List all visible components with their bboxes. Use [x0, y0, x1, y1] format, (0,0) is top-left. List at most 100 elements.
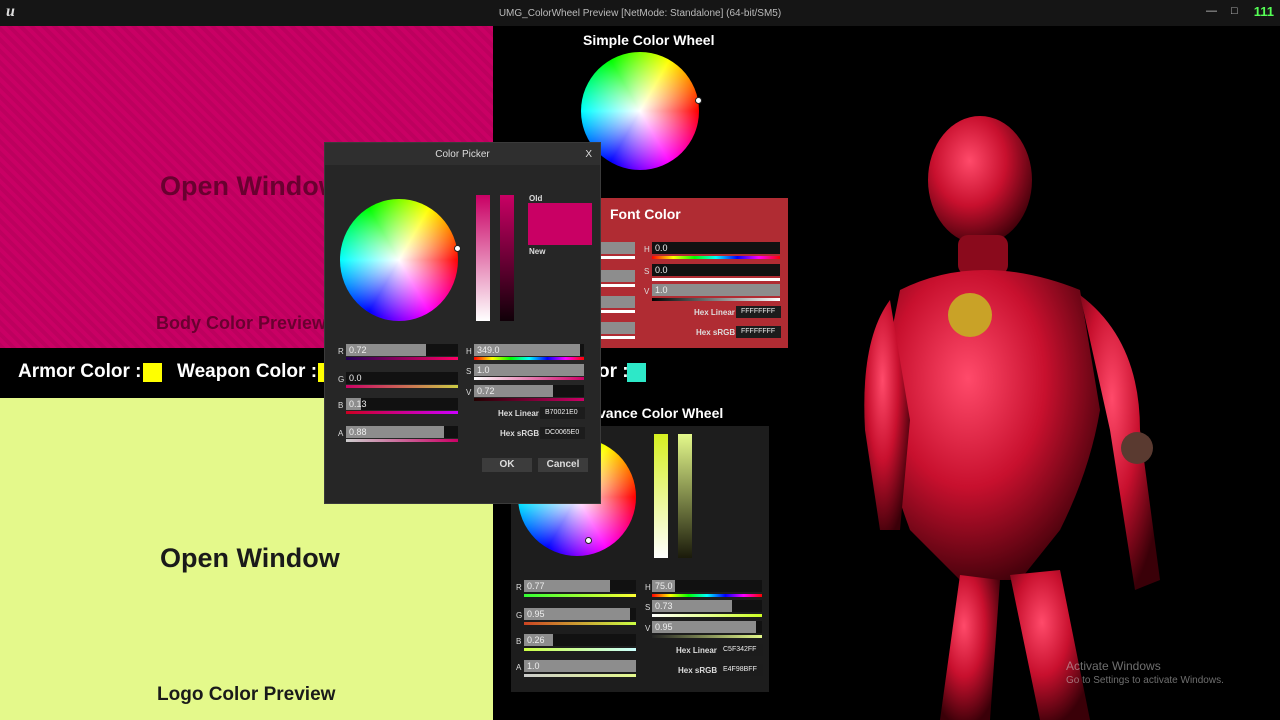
picker-b-slider[interactable]: 0.13 [346, 398, 458, 410]
adv-b-slider[interactable]: 0.26 [524, 634, 636, 646]
picker-v-value: 0.72 [477, 386, 495, 396]
advanced-saturation-bar[interactable] [654, 434, 668, 558]
font-s-value: 0.0 [655, 265, 668, 275]
picker-wheel-selector[interactable] [454, 245, 461, 252]
picker-v-track [474, 398, 584, 401]
picker-a-value: 0.88 [349, 427, 367, 437]
armor-color-swatch[interactable] [143, 363, 162, 382]
picker-s-label: S [466, 367, 472, 376]
adv-g-track [524, 622, 636, 625]
cancel-button[interactable]: Cancel [538, 458, 588, 472]
simple-wheel-selector[interactable] [695, 97, 702, 104]
font-h-label: H [644, 245, 650, 254]
title-bar: u UMG_ColorWheel Preview [NetMode: Stand… [0, 0, 1280, 26]
font-left-slider-3[interactable] [600, 296, 635, 308]
picker-s-track [474, 377, 584, 380]
other-color-swatch[interactable] [627, 363, 646, 382]
activate-windows-hint: Go to Settings to activate Windows. [1066, 675, 1224, 686]
picker-r-value: 0.72 [349, 345, 367, 355]
adv-s-track [652, 614, 762, 617]
picker-b-label: B [338, 401, 344, 410]
font-hex-linear-label: Hex Linear [694, 308, 735, 317]
ok-button[interactable]: OK [482, 458, 532, 472]
picker-a-slider[interactable]: 0.88 [346, 426, 458, 438]
open-window-button-body[interactable]: Open Window [160, 171, 340, 202]
advanced-value-bar[interactable] [678, 434, 692, 558]
adv-g-slider[interactable]: 0.95 [524, 608, 636, 620]
new-color-label: New [529, 247, 546, 256]
font-s-track [652, 278, 780, 281]
adv-v-slider[interactable]: 0.95 [652, 621, 762, 633]
font-left-slider-4[interactable] [600, 322, 635, 334]
font-left-slider-1-track [600, 256, 635, 259]
simple-wheel-title: Simple Color Wheel [583, 32, 715, 48]
other-color-label: or : [598, 361, 629, 382]
adv-g-value: 0.95 [527, 609, 545, 619]
picker-hex-linear-field[interactable]: B70021E0 [540, 407, 585, 419]
font-color-panel: Font Color H 0.0 S 0.0 V 1.0 Hex Linear … [596, 198, 788, 348]
adv-s-value: 0.73 [655, 601, 673, 611]
adv-hex-srgb-field[interactable]: E4F98BFF [718, 664, 763, 676]
picker-g-value: 0.0 [349, 373, 362, 383]
window-title: UMG_ColorWheel Preview [NetMode: Standal… [498, 8, 782, 19]
weapon-color-label: Weapon Color : [177, 361, 318, 382]
adv-s-slider[interactable]: 0.73 [652, 600, 762, 612]
old-new-color-swatch [528, 203, 592, 245]
picker-h-value: 349.0 [477, 345, 500, 355]
picker-hex-linear-label: Hex Linear [498, 409, 539, 418]
picker-h-label: H [466, 347, 472, 356]
picker-h-slider[interactable]: 349.0 [474, 344, 584, 356]
font-h-track [652, 256, 780, 259]
adv-r-slider[interactable]: 0.77 [524, 580, 636, 592]
adv-v-label: V [645, 624, 651, 633]
font-left-slider-2-track [600, 284, 635, 287]
font-v-label: V [644, 287, 650, 296]
adv-h-track [652, 594, 762, 597]
picker-value-bar[interactable] [500, 195, 514, 321]
picker-hex-srgb-label: Hex sRGB [500, 429, 540, 438]
adv-h-slider[interactable]: 75.0 [652, 580, 762, 592]
picker-saturation-bar[interactable] [476, 195, 490, 321]
font-v-value: 1.0 [655, 285, 668, 295]
old-color-label: Old [529, 194, 543, 203]
color-picker-header[interactable]: Color Picker X [325, 143, 600, 165]
adv-hex-srgb-label: Hex sRGB [678, 666, 718, 675]
minimize-icon[interactable]: — [1206, 5, 1217, 17]
picker-h-track [474, 357, 584, 360]
picker-g-label: G [338, 375, 345, 384]
picker-a-track [346, 439, 458, 442]
font-hex-linear-field[interactable]: FFFFFFFF [736, 306, 781, 318]
adv-b-value: 0.26 [527, 635, 545, 645]
armor-color-label: Armor Color : [18, 361, 142, 382]
adv-a-label: A [516, 663, 522, 672]
picker-color-wheel[interactable] [340, 199, 458, 321]
font-h-slider[interactable]: 0.0 [652, 242, 780, 254]
adv-hex-linear-field[interactable]: C5F342FF [718, 644, 763, 656]
font-hex-srgb-field[interactable]: FFFFFFFF [736, 326, 781, 338]
picker-v-label: V [466, 388, 472, 397]
adv-b-label: B [516, 637, 522, 646]
picker-hex-srgb-field[interactable]: DC0065E0 [540, 427, 585, 439]
color-picker-dialog: Color Picker X Old New R 0.72 G 0.0 B 0.… [324, 142, 601, 504]
adv-v-track [652, 635, 762, 638]
font-v-slider[interactable]: 1.0 [652, 284, 780, 296]
close-icon[interactable]: X [585, 149, 592, 160]
font-color-title: Font Color [610, 206, 681, 222]
adv-a-slider[interactable]: 1.0 [524, 660, 636, 672]
font-s-label: S [644, 267, 650, 276]
picker-g-track [346, 385, 458, 388]
font-left-slider-2[interactable] [600, 270, 635, 282]
open-window-button-logo[interactable]: Open Window [160, 543, 340, 574]
adv-h-label: H [645, 583, 651, 592]
font-h-value: 0.0 [655, 243, 668, 253]
restore-icon[interactable]: □ [1231, 5, 1238, 17]
picker-s-slider[interactable]: 1.0 [474, 364, 584, 376]
picker-r-slider[interactable]: 0.72 [346, 344, 458, 356]
advanced-wheel-selector[interactable] [585, 537, 592, 544]
picker-b-value: 0.13 [349, 399, 367, 409]
picker-v-slider[interactable]: 0.72 [474, 385, 584, 397]
font-s-slider[interactable]: 0.0 [652, 264, 780, 276]
picker-g-slider[interactable]: 0.0 [346, 372, 458, 384]
font-left-slider-1[interactable] [600, 242, 635, 254]
picker-b-track [346, 411, 458, 414]
